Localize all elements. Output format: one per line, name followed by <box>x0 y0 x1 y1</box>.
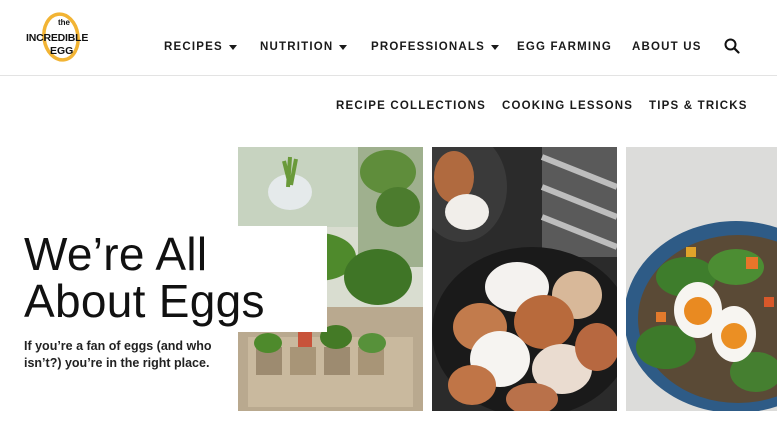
subnav-item-cooking-lessons[interactable]: COOKING LESSONS <box>502 100 633 112</box>
nav-item-label: EGG FARMING <box>517 41 612 53</box>
hero-title-line2: About Eggs <box>24 275 265 327</box>
logo-text-egg: EGG <box>50 45 74 57</box>
eggs-bowl-photo <box>432 147 617 411</box>
site-header: the INCREDIBLE EGG RECIPES NUTRITION PRO… <box>0 0 777 76</box>
nav-item-label: ABOUT US <box>632 41 702 53</box>
subnav-item-tips-tricks[interactable]: TIPS & TRICKS <box>649 100 748 112</box>
logo-text-the: the <box>58 18 70 27</box>
logo-text-incredible: INCREDIBLE <box>26 32 89 44</box>
nav-item-label: NUTRITION <box>260 41 334 53</box>
hero-title: We’re All About Eggs <box>24 231 334 325</box>
hero-title-line1: We’re All <box>24 228 208 280</box>
nav-item-recipes[interactable]: RECIPES <box>164 41 237 53</box>
nav-item-label: PROFESSIONALS <box>371 41 486 53</box>
nav-item-professionals[interactable]: PROFESSIONALS <box>371 41 500 53</box>
chevron-down-icon <box>491 44 500 50</box>
hero-description: If you’re a fan of eggs (and who isn’t?)… <box>24 339 212 370</box>
nav-item-about-us[interactable]: ABOUT US <box>632 41 702 53</box>
search-icon <box>724 38 740 54</box>
nav-item-egg-farming[interactable]: EGG FARMING <box>517 41 612 53</box>
incredible-egg-logo[interactable]: the INCREDIBLE EGG <box>22 8 102 68</box>
chevron-down-icon <box>339 44 348 50</box>
nav-item-label: RECIPES <box>164 41 223 53</box>
chevron-down-icon <box>228 44 237 50</box>
nav-item-nutrition[interactable]: NUTRITION <box>260 41 348 53</box>
subnav-item-recipe-collections[interactable]: RECIPE COLLECTIONS <box>336 100 486 112</box>
egg-salad-photo <box>626 147 777 411</box>
search-button[interactable] <box>724 38 740 54</box>
